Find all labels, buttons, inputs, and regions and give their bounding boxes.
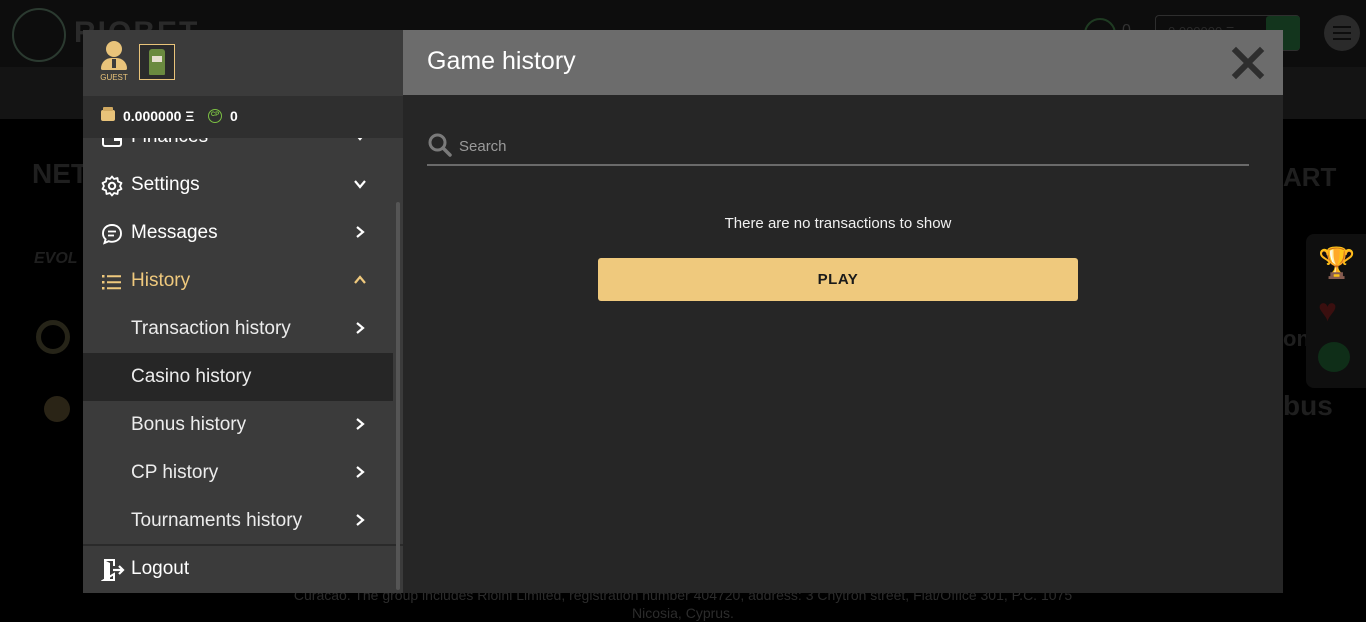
trophy-icon[interactable]: 🏆 bbox=[1318, 246, 1355, 281]
wallet-icon bbox=[101, 107, 115, 121]
sidebar-item-label: Messages bbox=[131, 222, 218, 243]
search-bar bbox=[427, 128, 1249, 166]
footer-line: Nicosia, Cyprus. bbox=[632, 605, 734, 621]
search-input[interactable] bbox=[457, 134, 1241, 158]
sidebar-subitem-label: Bonus history bbox=[131, 414, 247, 435]
list-icon bbox=[102, 275, 121, 290]
sidebar-item-history[interactable]: History bbox=[83, 257, 393, 305]
page-title: Game history bbox=[427, 47, 576, 75]
heart-icon[interactable]: ♥ bbox=[1318, 292, 1337, 329]
balance-amount: 0.000000 Ξ bbox=[123, 108, 195, 124]
empty-state-message: There are no transactions to show bbox=[724, 215, 952, 232]
user-icon[interactable]: GUEST bbox=[97, 40, 131, 84]
sidebar-item-label: History bbox=[131, 270, 191, 291]
sidebar-subitem-casino-history[interactable]: Casino history bbox=[83, 353, 393, 401]
cp-value: 0 bbox=[230, 108, 238, 124]
sidebar-subitem-tournaments-history[interactable]: Tournaments history bbox=[83, 497, 393, 545]
provider-logo-art[interactable]: ART bbox=[1283, 162, 1336, 193]
panel-header: Game history bbox=[403, 30, 1283, 95]
sidebar-subitem-label: Casino history bbox=[131, 366, 252, 387]
search-icon bbox=[428, 133, 452, 157]
provider-logo-bus[interactable]: bus bbox=[1283, 390, 1333, 422]
menu-burger-icon[interactable] bbox=[1324, 15, 1360, 51]
account-modal: Finances Settings Messages bbox=[83, 30, 1283, 593]
chat-icon[interactable] bbox=[1318, 342, 1350, 372]
sidebar-subitem-label: CP history bbox=[131, 462, 219, 483]
logout-label: Logout bbox=[131, 558, 190, 579]
chevron-down-icon bbox=[354, 180, 366, 189]
play-button[interactable]: PLAY bbox=[598, 258, 1078, 301]
chevron-right-icon bbox=[356, 418, 365, 430]
user-status: GUEST bbox=[100, 73, 128, 82]
sidebar-subitem-cp-history[interactable]: CP history bbox=[83, 449, 393, 497]
sidebar-subitem-label: Transaction history bbox=[131, 318, 291, 339]
logout-button[interactable]: Logout bbox=[83, 544, 403, 593]
provider-logo-net[interactable]: NET bbox=[32, 158, 88, 190]
logout-icon bbox=[101, 559, 125, 581]
cp-icon: CP bbox=[208, 109, 222, 123]
sidebar-item-settings[interactable]: Settings bbox=[83, 161, 393, 209]
user-header: GUEST bbox=[83, 30, 403, 96]
message-icon bbox=[102, 224, 122, 245]
sidebar-subitem-transaction-history[interactable]: Transaction history bbox=[83, 305, 393, 353]
sidebar-subitem-bonus-history[interactable]: Bonus history bbox=[83, 401, 393, 449]
site-logo[interactable] bbox=[12, 8, 66, 62]
chevron-right-icon bbox=[356, 514, 365, 526]
close-icon[interactable] bbox=[1231, 46, 1265, 80]
sidebar-item-messages[interactable]: Messages bbox=[83, 209, 393, 257]
chevron-right-icon bbox=[356, 226, 365, 238]
chevron-up-icon bbox=[354, 275, 366, 284]
sidebar-balance: 0.000000 Ξ CP 0 bbox=[83, 96, 403, 138]
sidebar-item-label: Settings bbox=[131, 174, 200, 195]
account-sidebar: Finances Settings Messages bbox=[83, 30, 403, 593]
chevron-right-icon bbox=[356, 322, 365, 334]
provider-logo-dot[interactable] bbox=[44, 396, 70, 422]
chevron-right-icon bbox=[356, 466, 365, 478]
provider-logo-circle[interactable] bbox=[36, 320, 70, 354]
provider-logo-evol[interactable]: EVOL bbox=[34, 250, 78, 268]
sidebar-subitem-label: Tournaments history bbox=[131, 510, 303, 531]
slot-machine-icon[interactable] bbox=[139, 44, 175, 80]
sidebar-scrollbar[interactable] bbox=[396, 202, 400, 590]
gear-icon bbox=[101, 175, 123, 197]
game-history-panel: Game history There are no transactions t… bbox=[403, 30, 1283, 593]
